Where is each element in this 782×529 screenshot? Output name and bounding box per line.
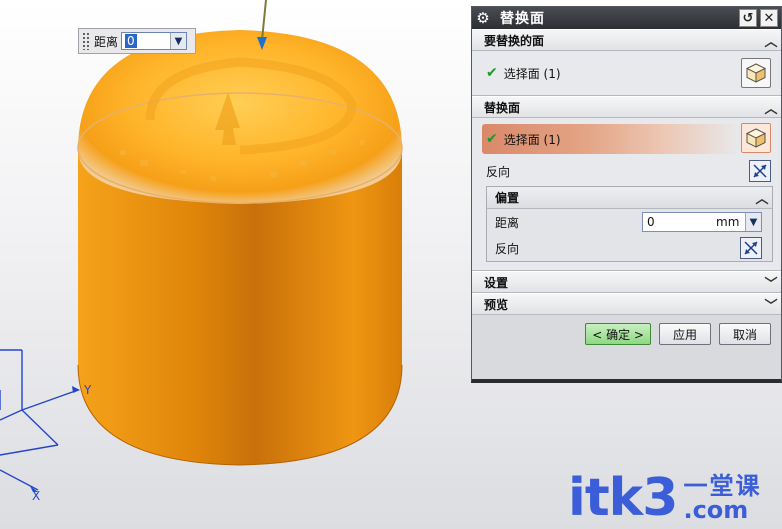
section-preview-header[interactable]: 预览 ﹀ bbox=[472, 293, 781, 315]
chevron-down-icon[interactable]: ﹀ bbox=[761, 295, 781, 314]
face-selector-button-2[interactable] bbox=[741, 123, 771, 153]
axis-y-label: Y bbox=[83, 383, 92, 397]
section-faces-to-replace-body: ✔ 选择面 (1) bbox=[472, 51, 781, 96]
floating-distance-input[interactable]: 距离 0 ▼ bbox=[78, 28, 196, 54]
watermark-logo: itk3 一堂课 .com bbox=[568, 472, 761, 524]
offset-unit-select[interactable]: mm ▼ bbox=[712, 212, 762, 232]
reverse-row-1: 反向 bbox=[472, 158, 781, 184]
section-settings-title: 设置 bbox=[484, 275, 509, 290]
section-replacement-face-title: 替换面 bbox=[484, 100, 521, 115]
active-selection-highlight[interactable]: ✔ 选择面 (1) bbox=[482, 124, 741, 154]
select-face-label-2: 选择面 (1) bbox=[503, 132, 561, 147]
select-face-row-1[interactable]: ✔ 选择面 (1) bbox=[472, 51, 781, 95]
section-preview-title: 预览 bbox=[484, 297, 509, 312]
offset-group-header[interactable]: 偏置 ︿ bbox=[487, 187, 772, 209]
cancel-button[interactable]: 取消 bbox=[719, 323, 771, 345]
dropdown-arrow-icon[interactable]: ▼ bbox=[745, 213, 761, 231]
gear-icon[interactable]: ⚙ bbox=[472, 9, 494, 27]
drag-grip-icon[interactable] bbox=[82, 32, 90, 50]
offset-distance-label: 距离 bbox=[495, 215, 520, 230]
reverse-direction-button-2[interactable] bbox=[740, 237, 762, 259]
section-settings-header[interactable]: 设置 ﹀ bbox=[472, 271, 781, 293]
watermark-suffix: .com bbox=[683, 496, 749, 524]
chevron-down-icon[interactable]: ﹀ bbox=[761, 273, 781, 292]
floating-distance-label: 距离 bbox=[94, 34, 119, 49]
replace-face-dialog: ⚙ 替换面 ↺ ✕ 要替换的面 ︿ ✔ 选择面 (1) 替换面 ︿ ✔ 选择面 … bbox=[471, 6, 782, 383]
apply-button[interactable]: 应用 bbox=[659, 323, 711, 345]
chevron-up-icon[interactable]: ︿ bbox=[761, 31, 781, 50]
floating-distance-value[interactable]: 0 bbox=[125, 34, 137, 48]
select-face-label-1: 选择面 (1) bbox=[503, 66, 561, 81]
reverse-label-1: 反向 bbox=[486, 164, 511, 179]
face-selector-button-1[interactable] bbox=[741, 58, 771, 88]
offset-distance-input[interactable]: 0 bbox=[642, 212, 714, 232]
reverse-direction-icon bbox=[744, 241, 758, 255]
watermark-cn: 一堂课 bbox=[683, 472, 762, 500]
floating-distance-field[interactable]: 0 ▼ bbox=[121, 32, 188, 50]
dialog-title: 替换面 bbox=[500, 11, 545, 27]
dialog-titlebar[interactable]: ⚙ 替换面 ↺ ✕ bbox=[472, 7, 781, 29]
offset-distance-row: 距离 0 mm ▼ bbox=[487, 209, 772, 235]
close-icon[interactable]: ✕ bbox=[760, 9, 778, 27]
reverse-direction-icon bbox=[753, 164, 767, 178]
reset-icon[interactable]: ↺ bbox=[739, 9, 757, 27]
offset-group: 偏置 ︿ 距离 0 mm ▼ 反向 bbox=[486, 186, 773, 262]
offset-group-title: 偏置 bbox=[495, 191, 520, 205]
reverse-direction-button-1[interactable] bbox=[749, 160, 771, 182]
reverse-label-2: 反向 bbox=[495, 241, 520, 256]
select-face-row-2[interactable]: ✔ 选择面 (1) bbox=[472, 118, 781, 158]
chevron-up-icon[interactable]: ︿ bbox=[761, 98, 781, 117]
section-faces-to-replace-title: 要替换的面 bbox=[484, 33, 545, 48]
offset-unit-value: mm bbox=[716, 215, 740, 229]
section-faces-to-replace-header[interactable]: 要替换的面 ︿ bbox=[472, 29, 781, 51]
dropdown-arrow-icon[interactable]: ▼ bbox=[170, 33, 187, 49]
wcs-triad bbox=[0, 349, 79, 491]
watermark-main: itk3 bbox=[568, 468, 678, 528]
chevron-up-icon[interactable]: ︿ bbox=[752, 188, 772, 207]
section-replacement-face-header[interactable]: 替换面 ︿ bbox=[472, 96, 781, 118]
cube-icon bbox=[745, 128, 767, 148]
ok-button[interactable]: < 确定 > bbox=[585, 323, 651, 345]
section-replacement-face-body: ✔ 选择面 (1) 反向 偏置 ︿ 距离 0 mm ▼ 反向 bbox=[472, 118, 781, 271]
dialog-footer: < 确定 > 应用 取消 bbox=[472, 315, 781, 353]
reverse-row-2: 反向 bbox=[487, 235, 772, 261]
checkmark-icon: ✔ bbox=[486, 65, 498, 81]
axis-x-label: X bbox=[32, 489, 40, 503]
cube-icon bbox=[745, 63, 767, 83]
checkmark-icon: ✔ bbox=[486, 131, 498, 147]
